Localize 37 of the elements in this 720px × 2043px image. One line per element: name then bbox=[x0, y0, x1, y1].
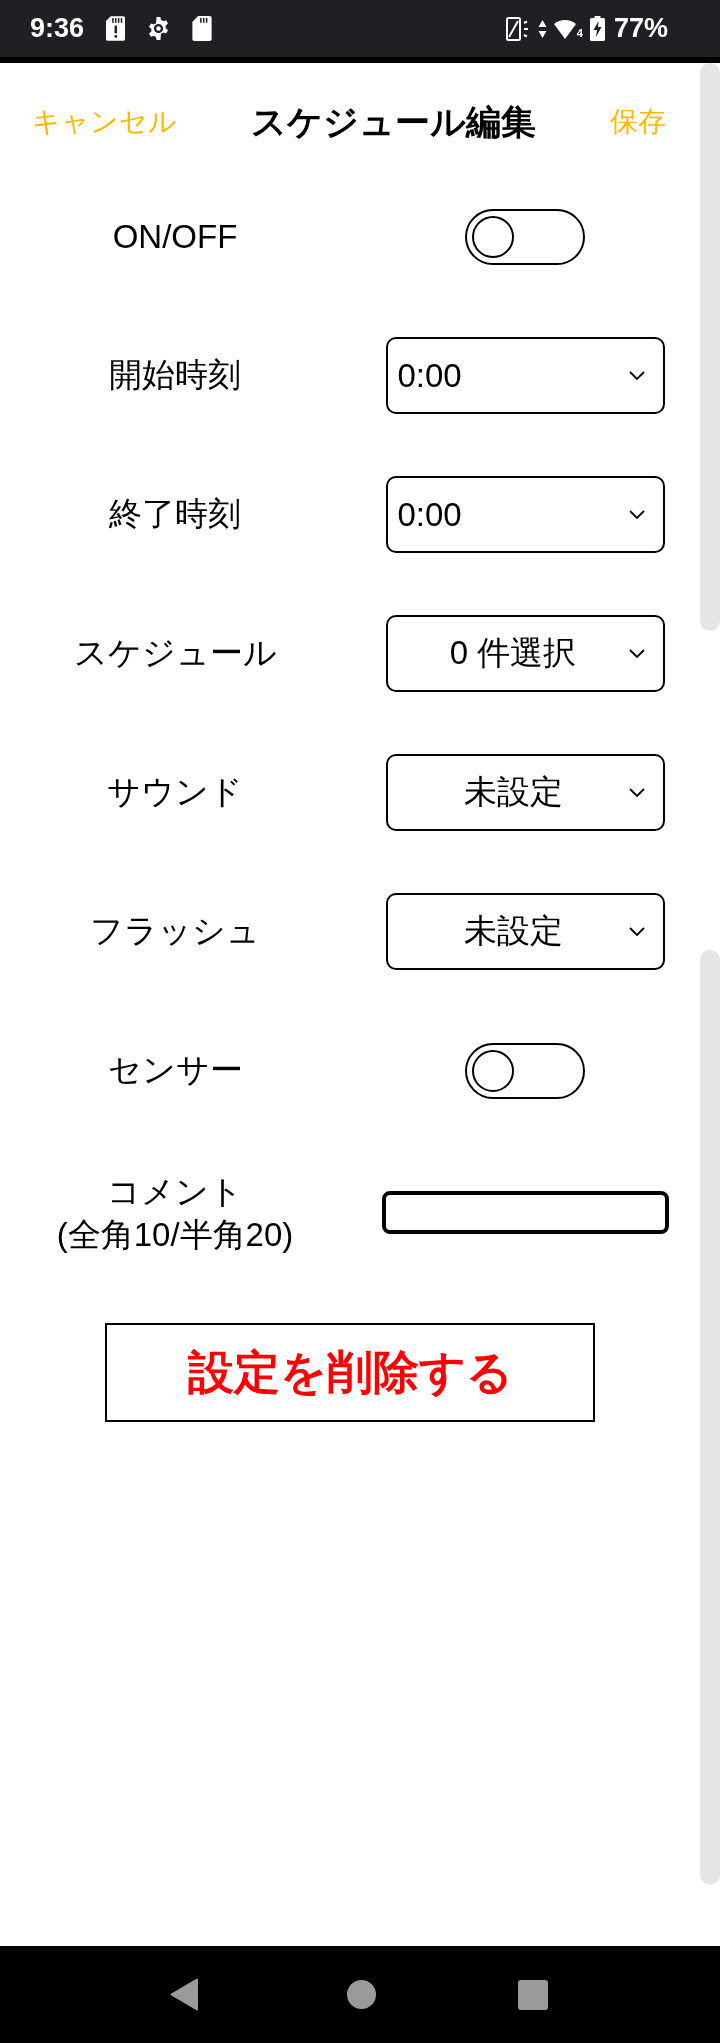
home-icon[interactable] bbox=[347, 1980, 376, 2009]
dropdown[interactable]: 未設定 bbox=[385, 893, 665, 970]
field-label: コメント bbox=[107, 1171, 243, 1212]
input-field[interactable] bbox=[381, 1190, 669, 1234]
screen-title: スケジュール編集 bbox=[251, 100, 536, 143]
dropdown[interactable]: 未設定 bbox=[385, 754, 665, 831]
dropdown[interactable]: 0:00 bbox=[385, 337, 665, 414]
sd-card-alert-icon bbox=[106, 16, 126, 41]
wifi-generation-label: 4 bbox=[576, 27, 583, 39]
dropdown[interactable]: 0:00 bbox=[385, 476, 665, 553]
battery-charging-icon bbox=[589, 16, 605, 41]
chevron-down-icon bbox=[628, 371, 645, 380]
delete-settings-button[interactable]: 設定を削除する bbox=[105, 1323, 595, 1422]
recents-icon[interactable] bbox=[518, 1979, 548, 2010]
field-label: ON/OFF bbox=[112, 217, 238, 256]
toggle-switch[interactable] bbox=[465, 1042, 585, 1099]
clock-time: 9:36 bbox=[30, 13, 85, 44]
up-down-arrows-icon bbox=[537, 17, 547, 40]
back-icon[interactable] bbox=[170, 1978, 199, 2011]
battery-percentage: 77% bbox=[613, 13, 668, 44]
gear-icon bbox=[147, 17, 171, 40]
chevron-down-icon bbox=[628, 788, 645, 797]
field-label: サウンド bbox=[107, 772, 243, 812]
phone-icon bbox=[505, 16, 531, 41]
chevron-down-icon bbox=[628, 510, 645, 519]
chevron-down-icon bbox=[628, 649, 645, 658]
wifi-icon bbox=[553, 18, 576, 39]
sd-card-icon bbox=[192, 16, 213, 41]
field-label: 開始時刻 bbox=[109, 355, 241, 395]
field-label: センサー bbox=[107, 1050, 243, 1090]
toggle-switch[interactable] bbox=[465, 208, 585, 265]
field-hint: (全角10/半角20) bbox=[56, 1214, 294, 1255]
field-label: スケジュール bbox=[73, 633, 277, 673]
chevron-down-icon bbox=[628, 927, 645, 936]
dropdown[interactable]: 0 件選択 bbox=[385, 615, 665, 692]
field-label: フラッシュ bbox=[90, 911, 260, 951]
field-label: 終了時刻 bbox=[109, 494, 241, 534]
